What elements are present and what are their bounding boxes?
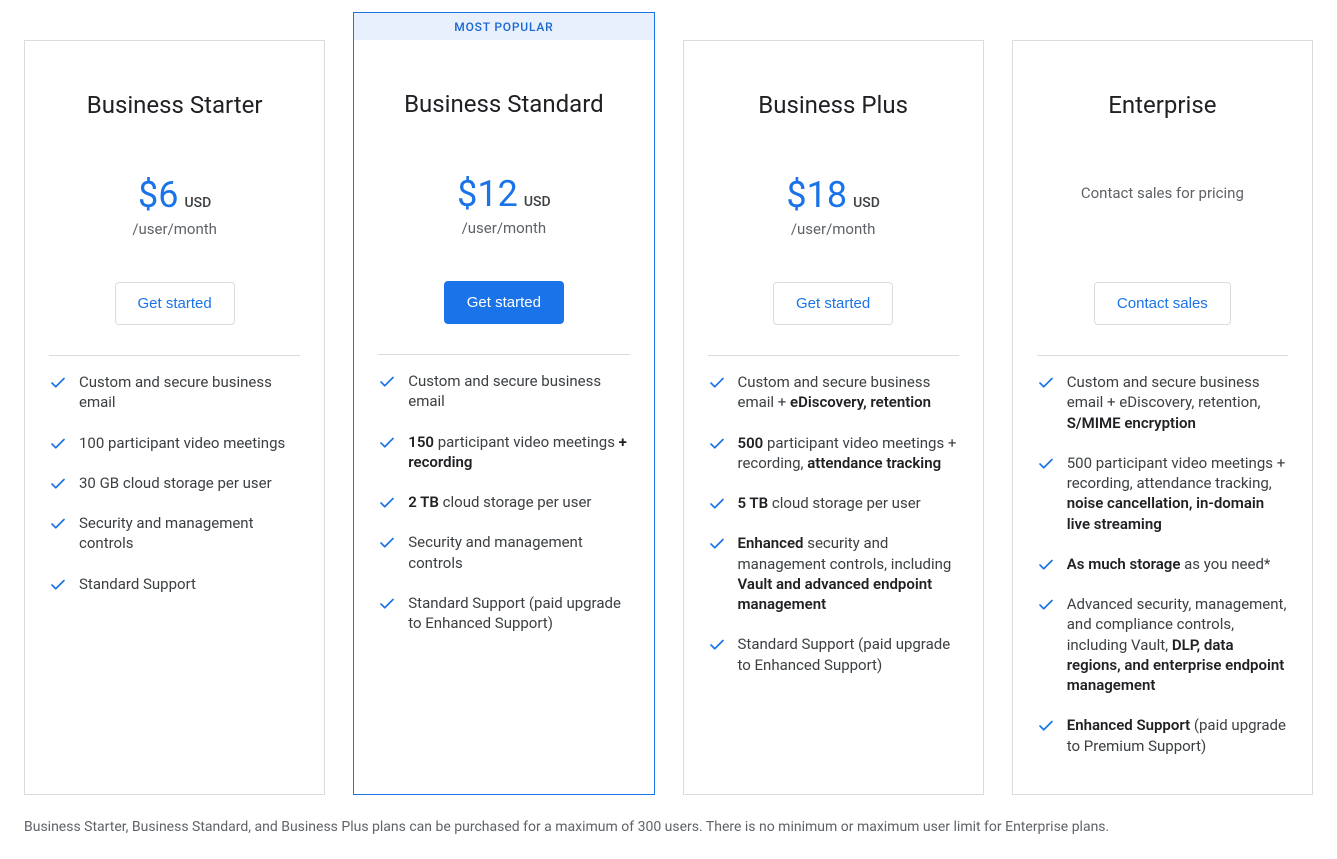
- plan-feature: 100 participant video meetings: [49, 423, 300, 463]
- plan-features: Custom and secure business email + eDisc…: [1037, 355, 1288, 766]
- plan-feature: Custom and secure business email: [378, 361, 629, 422]
- plan-features: Custom and secure business email + eDisc…: [708, 355, 959, 766]
- plan-feature-text: Standard Support (paid upgrade to Enhanc…: [408, 593, 629, 634]
- plan-price: $6: [138, 174, 178, 216]
- plan-feature: Enhanced Support (paid upgrade to Premiu…: [1037, 705, 1288, 766]
- plan-feature: 2 TB cloud storage per user: [378, 482, 629, 522]
- check-icon: [1037, 717, 1055, 735]
- plan-name: Business Standard: [378, 90, 629, 118]
- plan-cta-button[interactable]: Get started: [773, 282, 893, 325]
- plan-feature-text: Security and management controls: [408, 532, 629, 573]
- plan-cta-row: Contact sales: [1037, 282, 1288, 325]
- plan-feature: Custom and secure business email + eDisc…: [708, 362, 959, 423]
- plan-feature: Standard Support (paid upgrade to Enhanc…: [708, 624, 959, 685]
- check-icon: [378, 434, 396, 452]
- plan-price: $12: [457, 173, 518, 215]
- plan-feature: Security and management controls: [49, 503, 300, 564]
- plan-feature-text: 500 participant video meetings + recordi…: [738, 433, 959, 474]
- check-icon: [1037, 556, 1055, 574]
- plan-cta-row: Get started: [378, 281, 629, 324]
- check-icon: [49, 576, 67, 594]
- plan-currency: USD: [524, 194, 551, 210]
- pricing-cards: Business Starter $6 USD/user/month Get star…: [24, 12, 1313, 795]
- plan-price-box: Contact sales for pricing: [1037, 174, 1288, 244]
- plan-price-box: $6 USD/user/month: [49, 174, 300, 244]
- check-icon: [378, 373, 396, 391]
- pricing-card: Business Plus $18 USD/user/month Get starte…: [683, 40, 984, 795]
- check-icon: [49, 515, 67, 533]
- plan-feature: Standard Support (paid upgrade to Enhanc…: [378, 583, 629, 644]
- check-icon: [708, 374, 726, 392]
- plan-features: Custom and secure business email 100 part…: [49, 355, 300, 766]
- check-icon: [1037, 596, 1055, 614]
- plan-feature: Standard Support: [49, 564, 300, 604]
- plan-feature-text: 150 participant video meetings + recordi…: [408, 432, 629, 473]
- plan-price: $18: [786, 174, 847, 216]
- plan-feature: As much storage as you need*: [1037, 544, 1288, 584]
- plan-feature-text: As much storage as you need*: [1067, 554, 1271, 574]
- check-icon: [378, 534, 396, 552]
- plan-feature-text: 30 GB cloud storage per user: [79, 473, 272, 493]
- plan-feature: 5 TB cloud storage per user: [708, 483, 959, 523]
- plan-feature-text: Custom and secure business email: [79, 372, 300, 413]
- check-icon: [708, 435, 726, 453]
- plan-feature-text: Standard Support: [79, 574, 196, 594]
- plan-feature-text: Advanced security, management, and compl…: [1067, 594, 1288, 695]
- plan-feature: 150 participant video meetings + recordi…: [378, 422, 629, 483]
- plan-contact-pricing: Contact sales for pricing: [1037, 184, 1288, 202]
- check-icon: [378, 494, 396, 512]
- plan-price-box: $12 USD/user/month: [378, 173, 629, 243]
- plan-feature: Enhanced security and management control…: [708, 523, 959, 624]
- pricing-card: Business Starter $6 USD/user/month Get star…: [24, 40, 325, 795]
- plan-per: /user/month: [708, 220, 959, 238]
- plan-feature-text: Enhanced Support (paid upgrade to Premiu…: [1067, 715, 1288, 756]
- plan-per: /user/month: [49, 220, 300, 238]
- plan-name: Business Starter: [49, 91, 300, 119]
- plan-feature-text: Custom and secure business email + eDisc…: [738, 372, 959, 413]
- plan-feature: 500 participant video meetings + recordi…: [1037, 443, 1288, 544]
- plan-feature-text: 5 TB cloud storage per user: [738, 493, 921, 513]
- check-icon: [708, 495, 726, 513]
- check-icon: [708, 535, 726, 553]
- check-icon: [1037, 455, 1055, 473]
- plan-feature: Advanced security, management, and compl…: [1037, 584, 1288, 705]
- pricing-footnote: Business Starter, Business Standard, and…: [24, 819, 1313, 835]
- plan-cta-button[interactable]: Get started: [444, 281, 564, 324]
- plan-feature: Custom and secure business email: [49, 362, 300, 423]
- plan-feature-text: Custom and secure business email: [408, 371, 629, 412]
- plan-feature: Custom and secure business email + eDisc…: [1037, 362, 1288, 443]
- plan-name: Business Plus: [708, 91, 959, 119]
- plan-currency: USD: [184, 195, 211, 211]
- plan-features: Custom and secure business email 150 part…: [378, 354, 629, 766]
- plan-feature-text: Security and management controls: [79, 513, 300, 554]
- plan-cta-button[interactable]: Get started: [115, 282, 235, 325]
- plan-feature: 30 GB cloud storage per user: [49, 463, 300, 503]
- check-icon: [708, 636, 726, 654]
- check-icon: [49, 435, 67, 453]
- check-icon: [378, 595, 396, 613]
- plan-feature-text: Enhanced security and management control…: [738, 533, 959, 614]
- plan-currency: USD: [853, 195, 880, 211]
- plan-feature-text: 2 TB cloud storage per user: [408, 492, 591, 512]
- plan-name: Enterprise: [1037, 91, 1288, 119]
- plan-cta-row: Get started: [708, 282, 959, 325]
- check-icon: [1037, 374, 1055, 392]
- plan-cta-row: Get started: [49, 282, 300, 325]
- plan-per: /user/month: [378, 219, 629, 237]
- plan-feature-text: 100 participant video meetings: [79, 433, 285, 453]
- check-icon: [49, 374, 67, 392]
- plan-feature-text: 500 participant video meetings + recordi…: [1067, 453, 1288, 534]
- check-icon: [49, 475, 67, 493]
- pricing-card: Enterprise Contact sales for pricing Conta…: [1012, 40, 1313, 795]
- plan-feature-text: Standard Support (paid upgrade to Enhanc…: [738, 634, 959, 675]
- plan-price-box: $18 USD/user/month: [708, 174, 959, 244]
- plan-feature: Security and management controls: [378, 522, 629, 583]
- most-popular-badge: MOST POPULAR: [353, 12, 654, 40]
- plan-cta-button[interactable]: Contact sales: [1094, 282, 1231, 325]
- pricing-card: MOST POPULARBusiness Standard$12USD/user…: [353, 40, 654, 795]
- plan-feature-text: Custom and secure business email + eDisc…: [1067, 372, 1288, 433]
- plan-feature: 500 participant video meetings + recordi…: [708, 423, 959, 484]
